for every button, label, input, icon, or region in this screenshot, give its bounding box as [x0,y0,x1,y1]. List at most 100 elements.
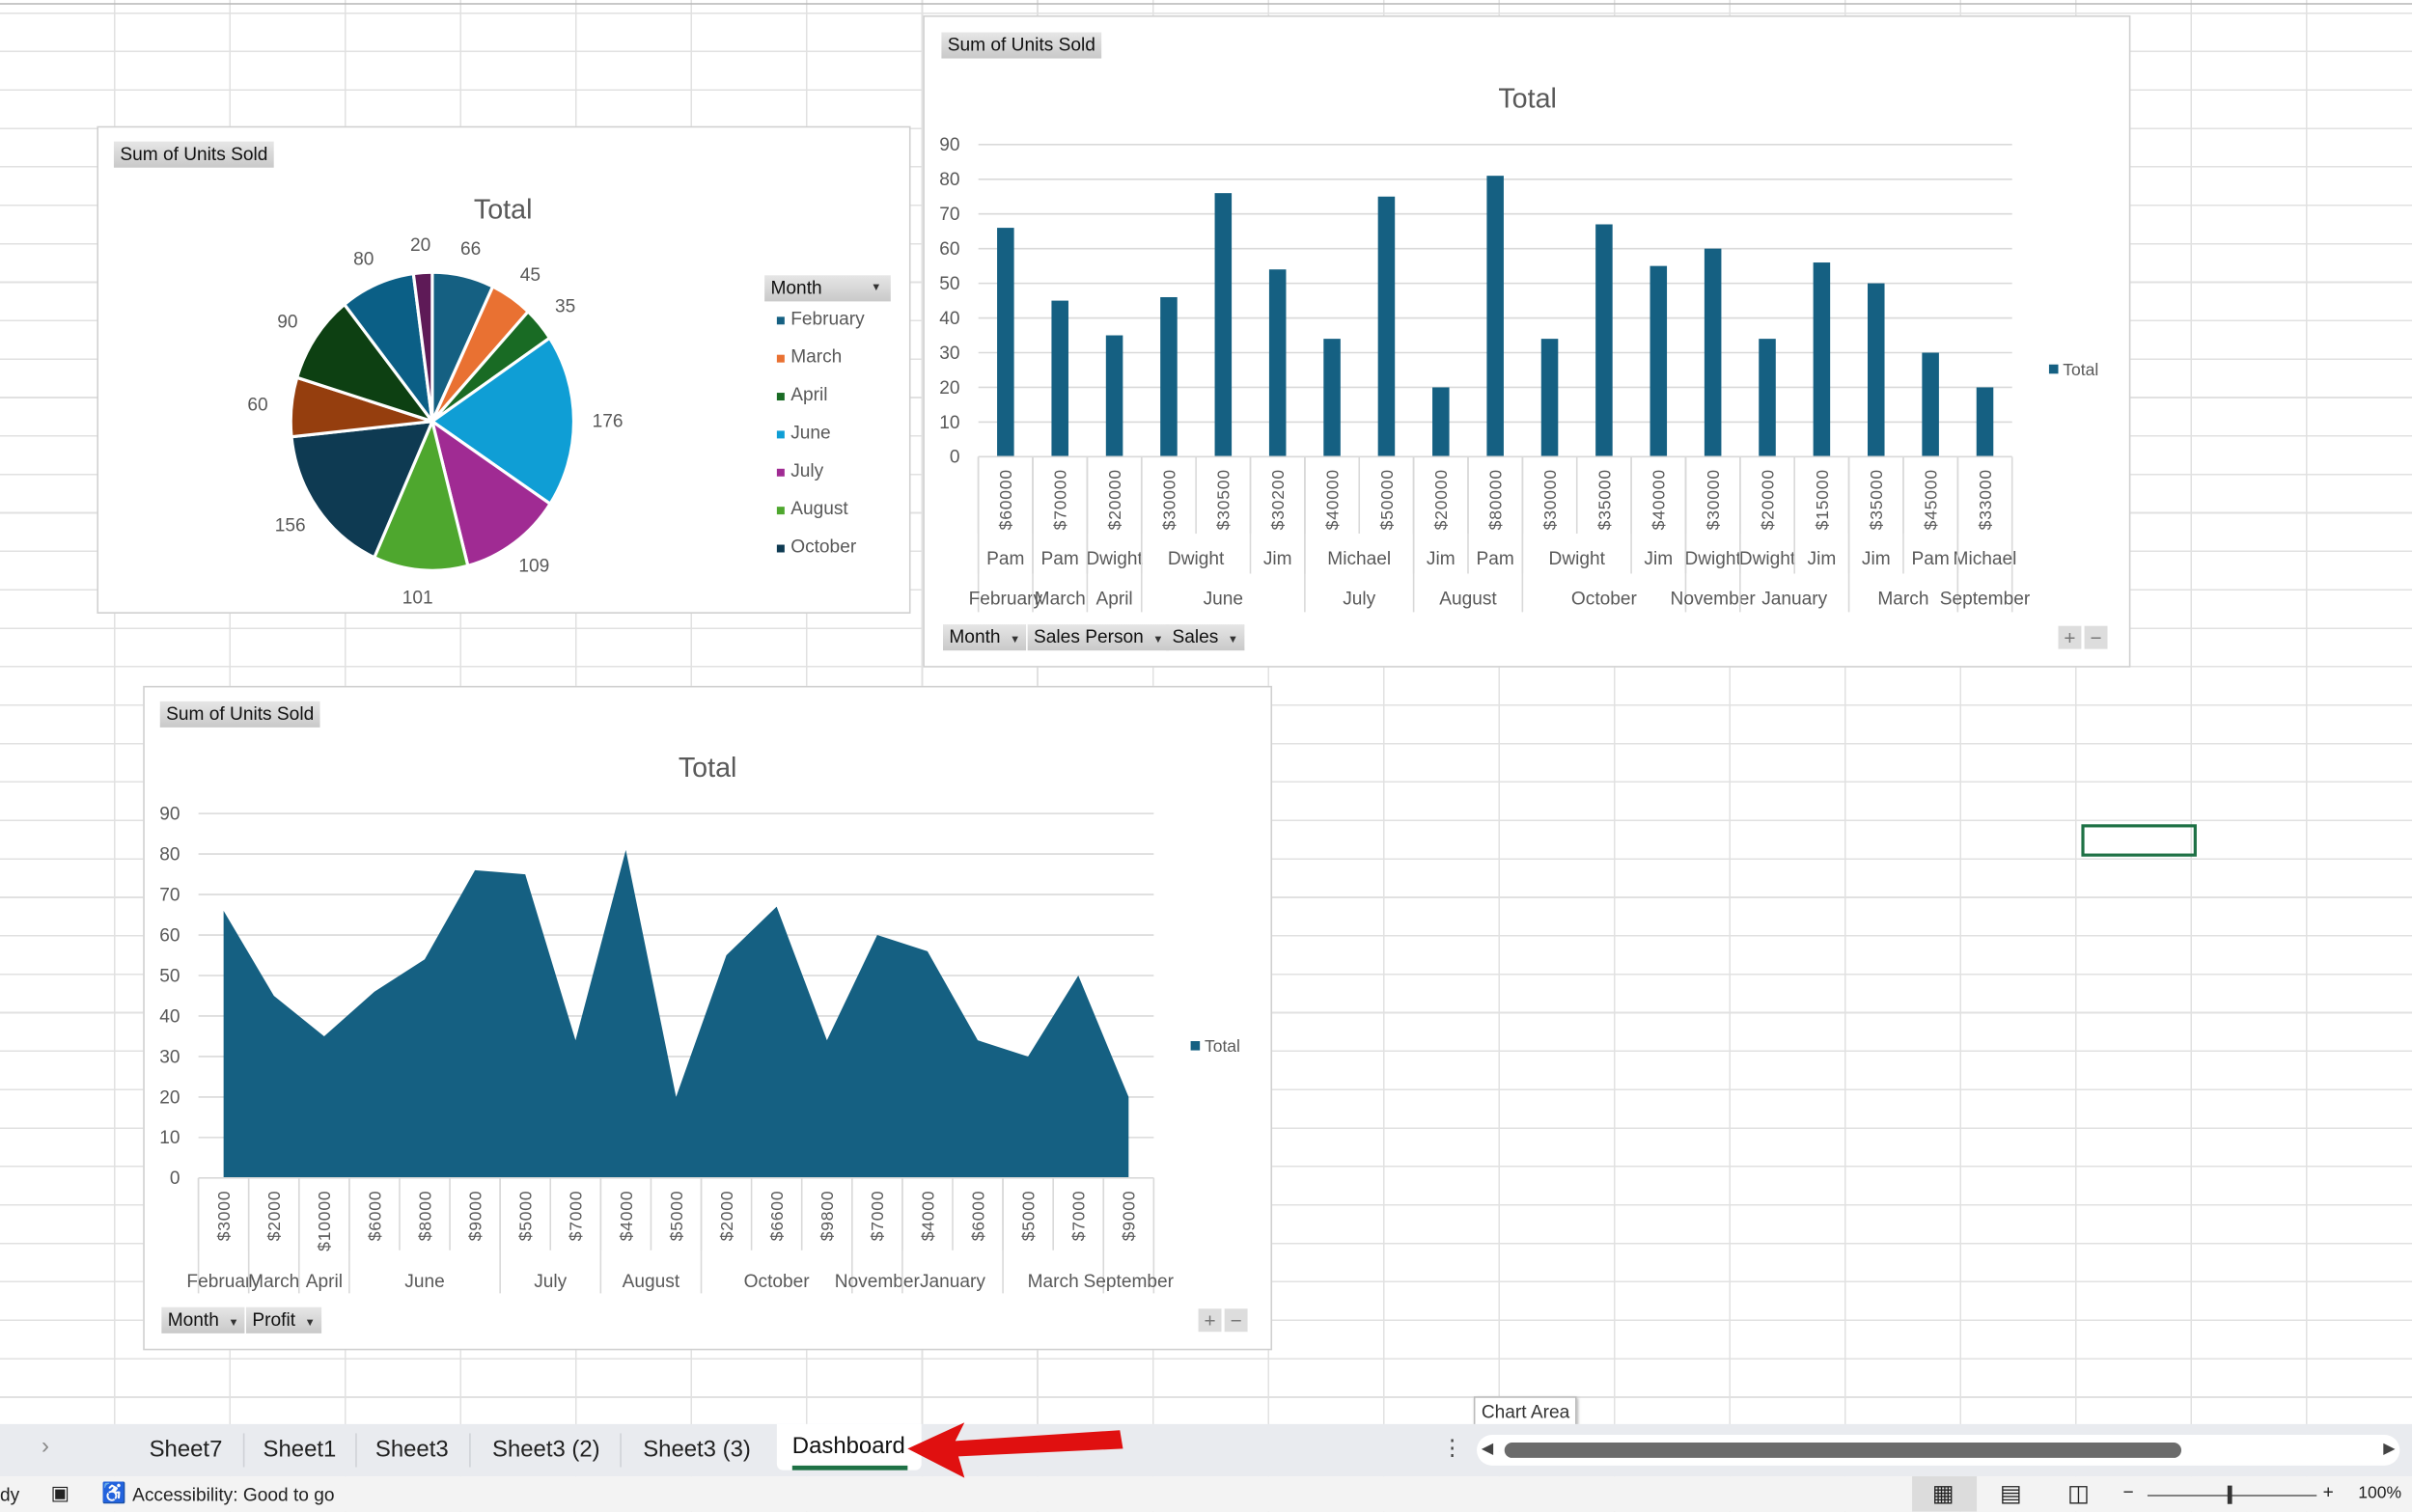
top-border [0,3,2412,5]
zoom-level[interactable]: 100% [2358,1484,2401,1502]
accessibility-icon[interactable]: ♿ [101,1481,126,1506]
bar [1323,339,1341,457]
x-tick-label: $50000 [1377,469,1397,530]
x-group-label: Pam [1477,549,1514,569]
sales-field-button[interactable]: Sales ▼ [1166,624,1245,651]
x-group-label: July [534,1272,567,1292]
x-group-label: Dwight [1086,549,1143,569]
more-options-icon[interactable]: ⋮ [1441,1435,1462,1461]
bar-svg: Total 0 10 20 30 40 50 60 70 80 90 $60000 $70000 $200… [939,84,2098,613]
spreadsheet-grid[interactable]: Total 66 45 35 176 109 101 156 60 90 80 20 February M… [0,0,2412,1512]
tab-sheet7[interactable]: Sheet7 [150,1437,223,1463]
page-layout-view-icon[interactable]: ▤ [2000,1479,2022,1507]
y-tick-label: 40 [159,1006,180,1027]
data-label: 66 [460,239,481,260]
x-tick-label: $7000 [1069,1191,1089,1242]
scroll-left-icon[interactable]: ◀ [1482,1441,1493,1458]
x-tick-label: $40000 [1322,469,1342,530]
data-label: 156 [275,516,306,536]
pie-svg: Total 66 45 35 176 109 101 156 60 90 80 20 February M… [247,194,865,609]
x-group-label: Dwight [1684,549,1741,569]
profit-field-button[interactable]: Profit ▼ [246,1306,322,1333]
page-break-preview-icon[interactable]: ◫ [2067,1479,2090,1507]
x-group-label: June [404,1272,444,1292]
month-filter-button[interactable]: Month ▼ [764,275,891,302]
tab-sheet3-3[interactable]: Sheet3 (3) [643,1437,751,1463]
sheet-tab-bar: › Sheet7 Sheet1 Sheet3 Sheet3 (2) Sheet3… [0,1423,2412,1477]
data-label: 109 [518,556,549,576]
x-group-label: March [1877,589,1928,609]
status-ready: dy [0,1484,20,1506]
bar [1268,269,1287,457]
x-group-label: Michael [1954,549,2017,569]
field-label-sum-units[interactable]: Sum of Units Sold [113,141,274,168]
collapse-field-button[interactable]: − [2084,625,2108,649]
bar [1976,387,1994,457]
tab-dashboard[interactable]: Dashboard [792,1433,905,1459]
y-tick-label: 80 [159,844,180,865]
y-tick-label: 60 [159,925,180,946]
x-tick-label: $45000 [1922,469,1941,530]
field-button-label: Sales Person [1034,625,1144,647]
y-tick-label: 10 [939,413,959,433]
x-group-label: January [1761,589,1827,609]
collapse-field-button[interactable]: − [1224,1308,1248,1333]
scroll-tabs-right-icon[interactable]: › [42,1433,49,1459]
dropdown-arrow-icon: ▼ [1227,635,1238,646]
field-button-label: Sales [1172,625,1219,647]
zoom-out-button[interactable]: − [2122,1481,2133,1502]
pie-chart[interactable]: Total 66 45 35 176 109 101 156 60 90 80 20 February M… [97,125,911,614]
x-group-label: Jim [1862,549,1891,569]
tab-sheet1[interactable]: Sheet1 [263,1437,337,1463]
macro-recording-icon[interactable]: ▣ [51,1481,70,1506]
tab-divider [242,1433,245,1468]
x-tick-label: $15000 [1813,469,1832,530]
x-tick-label: $9800 [818,1191,837,1242]
field-button-label: Month [949,625,1001,647]
bar [1377,196,1396,457]
legend-swatch [776,544,785,553]
sales-person-field-button[interactable]: Sales Person ▼ [1027,624,1170,651]
x-group-label: October [744,1272,811,1292]
legend-item: Total [1205,1036,1240,1056]
x-tick-label: $30000 [1704,469,1723,530]
x-group-label: Pam [1911,549,1949,569]
scrollbar-thumb[interactable] [1504,1442,2182,1458]
y-tick-label: 90 [159,804,180,824]
month-field-button[interactable]: Month ▼ [161,1306,245,1333]
x-tick-label: $20000 [1105,469,1124,530]
zoom-slider-thumb[interactable] [2227,1485,2232,1504]
field-button-label: Profit [252,1308,296,1331]
chart-title: Total [1498,84,1557,115]
selected-cell[interactable] [2081,824,2197,857]
bar [1105,335,1123,457]
normal-view-icon[interactable]: ▦ [1932,1479,1955,1507]
y-tick-label: 30 [939,344,959,364]
data-label: 101 [402,589,433,609]
bar [1813,262,1831,457]
legend-swatch [776,430,785,439]
dropdown-arrow-icon: ▼ [304,1317,316,1330]
month-field-button[interactable]: Month ▼ [942,624,1027,651]
zoom-in-button[interactable]: + [2323,1481,2334,1502]
field-label-sum-units[interactable]: Sum of Units Sold [941,32,1102,59]
x-group-label: March [248,1272,299,1292]
area-chart[interactable]: Total 0 10 20 30 40 50 60 70 80 90 $3000 $2000 $10000… [143,685,1273,1351]
expand-field-button[interactable]: + [1198,1308,1222,1333]
horizontal-scrollbar[interactable]: ◀ ▶ [1477,1435,2400,1466]
x-tick-label: $6000 [365,1191,384,1242]
tab-sheet3[interactable]: Sheet3 [375,1437,449,1463]
field-label-sum-units[interactable]: Sum of Units Sold [159,701,320,728]
accessibility-status[interactable]: Accessibility: Good to go [132,1484,334,1505]
legend-item: March [790,347,842,368]
tab-sheet3-2[interactable]: Sheet3 (2) [492,1437,600,1463]
scroll-right-icon[interactable]: ▶ [2383,1441,2395,1458]
chart-title: Total [679,753,737,783]
dropdown-arrow-icon: ▼ [1010,635,1021,646]
area-series [223,849,1129,1178]
bar-chart[interactable]: Total 0 10 20 30 40 50 60 70 80 90 $60000 $70000 $200… [923,14,2131,668]
expand-field-button[interactable]: + [2058,625,2082,649]
x-tick-label: $2000 [717,1191,736,1242]
legend-swatch [776,393,785,401]
x-tick-label: $80000 [1486,469,1506,530]
